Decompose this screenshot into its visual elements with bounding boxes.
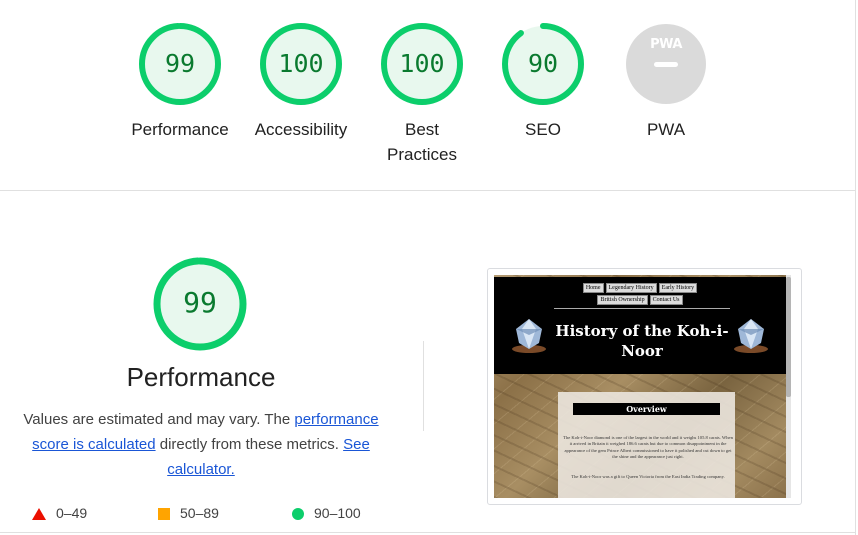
gauge-ring: 90: [501, 22, 585, 106]
pwa-badge-icon: PWA: [624, 22, 708, 106]
legend-fail: 0–49: [32, 505, 87, 521]
nav-contact-us: Contact Us: [649, 295, 683, 305]
screenshot-scroll-thumb: [786, 277, 791, 397]
legend-average: 50–89: [158, 505, 219, 521]
gauge-best-practices[interactable]: 100 Best Practices: [367, 22, 477, 167]
circle-icon: [292, 508, 304, 521]
gauge-score: 99: [164, 49, 196, 78]
site-nav: Home Legendary History Early History Briti…: [494, 282, 786, 306]
bottom-border: [0, 532, 855, 533]
frame-edge: [855, 0, 856, 535]
site-header: Home Legendary History Early History Briti…: [494, 277, 786, 374]
gauge-ring: 99: [138, 22, 222, 106]
performance-score: 99: [183, 286, 217, 319]
square-icon: [158, 508, 170, 521]
performance-title: Performance: [126, 362, 276, 392]
page-screenshot[interactable]: Home Legendary History Early History Briti…: [487, 268, 802, 505]
gauge-label-line2: Practices: [387, 145, 457, 164]
pwa-dash-icon: [654, 62, 678, 67]
desc-middle: directly from these metrics.: [155, 436, 344, 453]
legend-range: 90–100: [314, 505, 361, 521]
gauge-ring: 100: [259, 22, 343, 106]
gauge-seo[interactable]: 90 SEO: [488, 22, 598, 142]
gauge-score: 100: [399, 49, 445, 78]
gauge-label: PWA: [646, 120, 686, 139]
nav-rule: [554, 308, 730, 309]
gauge-ring: 100: [380, 22, 464, 106]
category-gauges: 99 Performance 100 Accessibility 100 Bes…: [0, 0, 855, 190]
nav-british-ownership: British Ownership: [597, 295, 648, 305]
triangle-icon: [32, 508, 46, 521]
legend-range: 50–89: [180, 505, 219, 521]
section-divider: [0, 190, 855, 191]
nav-legendary-history: Legendary History: [605, 283, 657, 293]
gauge-label: Best Practices: [367, 117, 477, 167]
overview-paragraph-1: The Koh-i-Noor diamond is one of the lar…: [563, 435, 733, 460]
gauge-score: 100: [278, 49, 324, 78]
gauge-pwa[interactable]: PWA PWA: [611, 22, 721, 142]
desc-prefix: Values are estimated and may vary. The: [23, 411, 295, 428]
nav-home: Home: [582, 283, 604, 293]
gauge-label: Accessibility: [254, 120, 348, 139]
screenshot-viewport: Home Legendary History Early History Briti…: [494, 275, 791, 498]
performance-gauge: 99: [152, 256, 248, 352]
performance-description: Values are estimated and may vary. The p…: [20, 407, 382, 482]
legend-range: 0–49: [56, 505, 88, 521]
gauge-label: SEO: [525, 120, 561, 139]
gauge-performance[interactable]: 99 Performance: [125, 22, 235, 142]
nav-early-history: Early History: [658, 283, 698, 293]
vertical-divider: [423, 341, 424, 431]
gauge-label: Performance: [131, 120, 229, 139]
gauge-score: 90: [527, 49, 559, 78]
overview-paragraph-2: The Koh-i-Noor was a gift to Queen Victo…: [571, 474, 725, 479]
site-title: History of the Koh-i- Noor: [542, 321, 742, 361]
legend-pass: 90–100: [292, 505, 361, 521]
pwa-badge-text: PWA: [650, 37, 682, 52]
gauge-label-line1: Best: [404, 120, 440, 139]
site-title-line2: Noor: [621, 342, 663, 360]
site-title-line1: History of the Koh-i-: [555, 322, 729, 340]
gauge-accessibility[interactable]: 100 Accessibility: [246, 22, 356, 142]
overview-heading: Overview: [573, 403, 720, 415]
